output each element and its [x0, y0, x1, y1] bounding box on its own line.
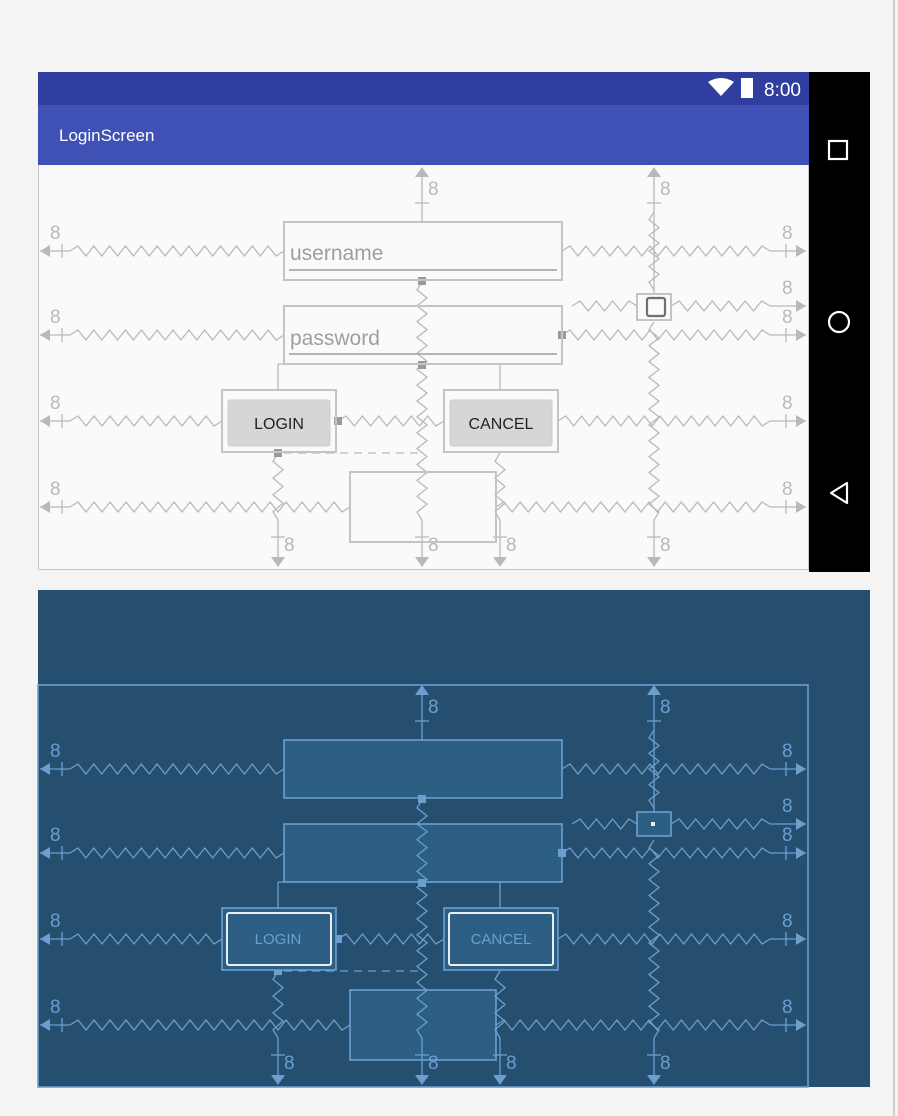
margin-label: 8 [50, 911, 61, 932]
blueprint-login-label: LOGIN [255, 931, 302, 948]
margin-label: 8 [50, 825, 61, 846]
margin-label: 8 [660, 697, 671, 718]
margin-label: 8 [50, 741, 61, 762]
margin-label: 8 [284, 1053, 295, 1074]
blueprint-cancel-label: CANCEL [471, 931, 532, 948]
blueprint-checkbox[interactable] [636, 811, 672, 837]
margin-label: 8 [782, 997, 793, 1018]
blueprint-password-field[interactable] [283, 823, 563, 883]
margin-label: 8 [782, 796, 793, 817]
margin-label: 8 [506, 1053, 517, 1074]
margin-label: 8 [428, 1053, 439, 1074]
blueprint-overlay: 8 8 8 8 8 8 8 8 8 8 8 8 8 8 8 LOGIN CANCEL [37, 684, 809, 1088]
margin-label: 8 [782, 911, 793, 932]
blueprint-username-field[interactable] [283, 739, 563, 799]
margin-label: 8 [660, 1053, 671, 1074]
margin-label: 8 [50, 997, 61, 1018]
margin-label: 8 [782, 741, 793, 762]
margin-label: 8 [782, 825, 793, 846]
margin-label: 8 [428, 697, 439, 718]
